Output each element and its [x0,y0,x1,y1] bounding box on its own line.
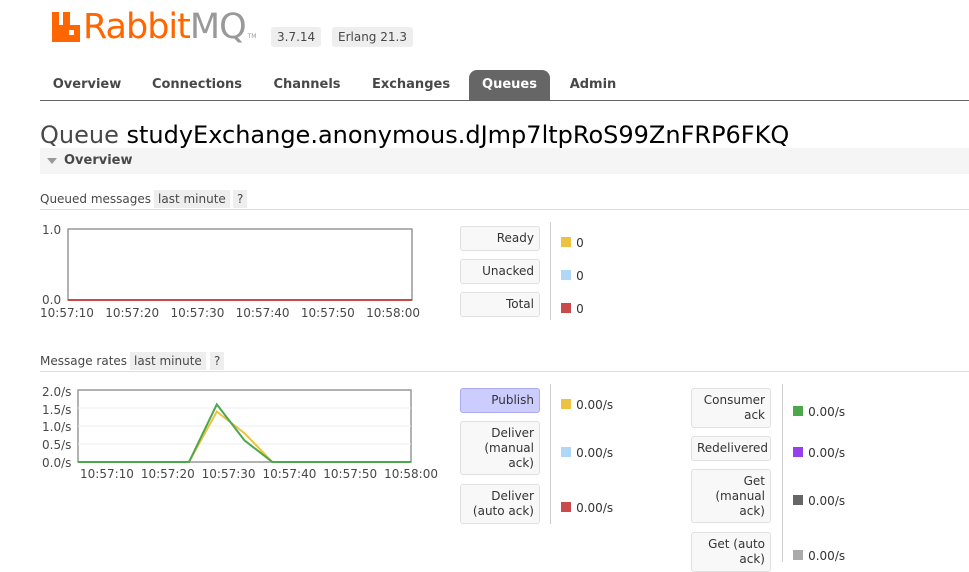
redelivered-stat-label: Redelivered [691,436,771,461]
publish-stat-label[interactable]: Publish [460,388,540,413]
tab-overview[interactable]: Overview [44,70,130,100]
rates-xtick: 10:57:20 [140,467,195,481]
tab-exchanges[interactable]: Exchanges [366,70,456,100]
queued-period-selector[interactable]: last minute [154,190,230,208]
message-rates-label: Message rates [40,354,128,368]
message-rates-chart [77,389,412,463]
queued-xtick: 10:57:50 [300,306,355,320]
queued-xtick: 10:57:40 [235,306,290,320]
rates-xaxis: 10:57:10 10:57:20 10:57:30 10:57:40 10:5… [80,467,438,481]
get-auto-swatch [793,550,803,560]
divider [40,371,969,372]
unacked-stat-label: Unacked [460,259,540,284]
publish-value: 0.00/s [576,398,614,412]
rates-xtick: 10:58:00 [384,467,438,481]
unacked-value: 0 [576,269,584,283]
version-badge: 3.7.14 [271,27,322,47]
logo-text-mq: MQ [189,7,247,47]
stats-divider [550,384,551,524]
overview-section-toggle[interactable]: Overview [40,148,969,174]
rabbitmq-logo[interactable]: RabbitMQ TM [52,6,256,48]
get-manual-value: 0.00/s [808,494,846,508]
erlang-version-badge: Erlang 21.3 [332,27,413,47]
rates-xtick: 10:57:10 [80,467,134,481]
queued-xaxis: 10:57:10 10:57:20 10:57:30 10:57:40 10:5… [40,306,420,320]
get-manual-swatch [793,495,803,505]
get-manual-ack-stat-label: Get (manual ack) [691,469,771,523]
ready-swatch [561,237,571,247]
deliver-manual-swatch [561,447,571,457]
collapse-triangle-icon [47,158,57,164]
queued-xtick: 10:57:30 [170,306,225,320]
queued-messages-label: Queued messages [40,192,152,206]
tab-queues[interactable]: Queues [469,70,550,100]
tab-channels[interactable]: Channels [266,70,348,100]
consumer-ack-swatch [793,406,803,416]
tab-bar-divider [40,100,969,101]
queued-xtick: 10:57:10 [40,306,94,320]
get-auto-ack-stat-label: Get (auto ack) [691,532,771,572]
rates-help-button[interactable]: ? [210,352,225,370]
logo-text-rabbit: Rabbit [83,7,191,47]
deliver-auto-value: 0.00/s [576,501,614,515]
rates-xtick: 10:57:50 [323,467,378,481]
total-swatch [561,303,571,313]
total-stat-label: Total [460,292,540,317]
total-value: 0 [576,302,584,316]
divider [40,209,969,210]
stats-divider [550,222,551,320]
tab-connections[interactable]: Connections [146,70,248,100]
get-auto-value: 0.00/s [808,549,846,563]
unacked-swatch [561,270,571,280]
publish-swatch [561,399,571,409]
queued-chart-frame [67,228,413,301]
page-title-prefix: Queue [40,121,119,149]
ready-stat-label: Ready [460,226,540,251]
logo-trademark: TM [247,33,257,40]
rates-xtick: 10:57:30 [201,467,256,481]
rates-xtick: 10:57:40 [262,467,317,481]
redelivered-swatch [793,447,803,457]
queued-xtick: 10:57:20 [105,306,160,320]
queued-xtick: 10:58:00 [366,306,420,320]
deliver-auto-swatch [561,502,571,512]
queued-help-button[interactable]: ? [233,190,248,208]
rates-period-selector[interactable]: last minute [130,352,206,370]
rabbit-logo-icon [52,12,80,42]
tab-admin[interactable]: Admin [564,70,622,100]
deliver-manual-value: 0.00/s [576,446,614,460]
consumer-ack-stat-label: Consumer ack [691,388,771,428]
section-label: Overview [64,153,133,168]
page-title: Queue studyExchange.anonymous.dJmp7ltpRo… [40,121,789,149]
consumer-ack-value: 0.00/s [808,405,846,419]
deliver-auto-ack-stat-label: Deliver (auto ack) [460,484,540,524]
deliver-manual-ack-stat-label: Deliver (manual ack) [460,421,540,475]
queue-name: studyExchange.anonymous.dJmp7ltpRoS99ZnF… [126,121,790,149]
stats-divider [782,384,783,562]
ready-value: 0 [576,236,584,250]
redelivered-value: 0.00/s [808,446,846,460]
